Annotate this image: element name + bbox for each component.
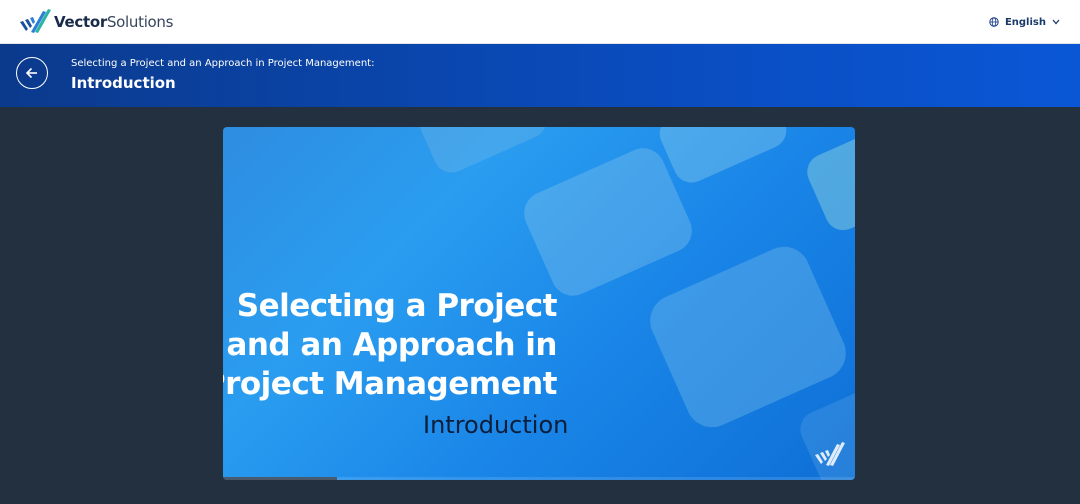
vector-solutions-logo-icon	[20, 9, 51, 33]
brand-name-regular: Solutions	[106, 13, 174, 31]
slide-title-line: and an Approach in	[226, 327, 557, 363]
course-title: Selecting a Project and an Approach in P…	[71, 58, 375, 69]
video-progress-fill	[223, 477, 337, 480]
chevron-down-icon	[1052, 19, 1060, 25]
course-header-bar: Selecting a Project and an Approach in P…	[0, 44, 1080, 107]
brand-name-bold: Vector	[54, 13, 107, 31]
brand-name: VectorSolutions	[54, 13, 173, 31]
language-selector[interactable]: English	[989, 13, 1066, 31]
slide-title: Selecting a Project and an Approach in P…	[223, 287, 558, 404]
slide-title-line: Project Management	[223, 366, 558, 402]
arrow-left-icon	[25, 67, 37, 79]
top-navigation-bar: VectorSolutions English	[0, 0, 1080, 44]
section-title: Introduction	[71, 74, 176, 92]
slide-subtitle: Introduction	[423, 411, 569, 439]
language-label: English	[1004, 16, 1046, 28]
slide-title-line: Selecting a Project	[236, 288, 558, 324]
back-button[interactable]	[16, 57, 48, 89]
vector-solutions-logo[interactable]: VectorSolutions	[18, 6, 173, 38]
globe-icon	[989, 17, 999, 27]
course-video-player[interactable]: Selecting a Project and an Approach in P…	[223, 127, 855, 480]
video-progress-track[interactable]	[223, 477, 855, 480]
slide-logo-icon	[815, 442, 845, 466]
